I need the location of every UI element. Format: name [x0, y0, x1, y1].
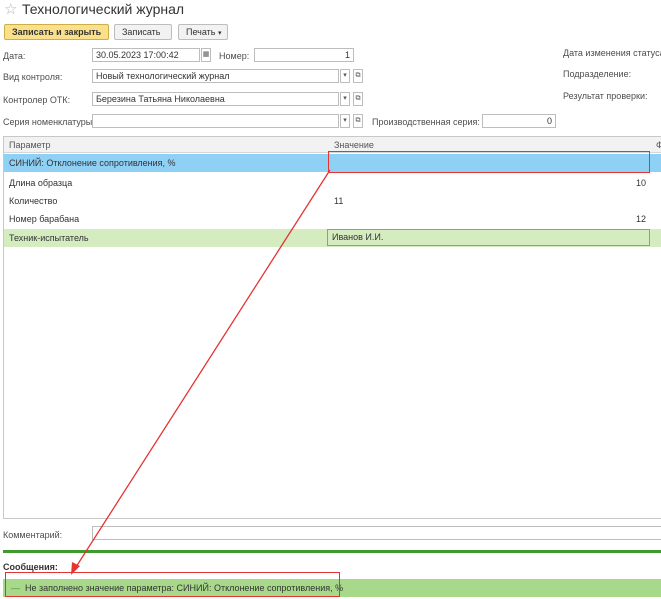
annotation-arrow	[71, 169, 331, 575]
